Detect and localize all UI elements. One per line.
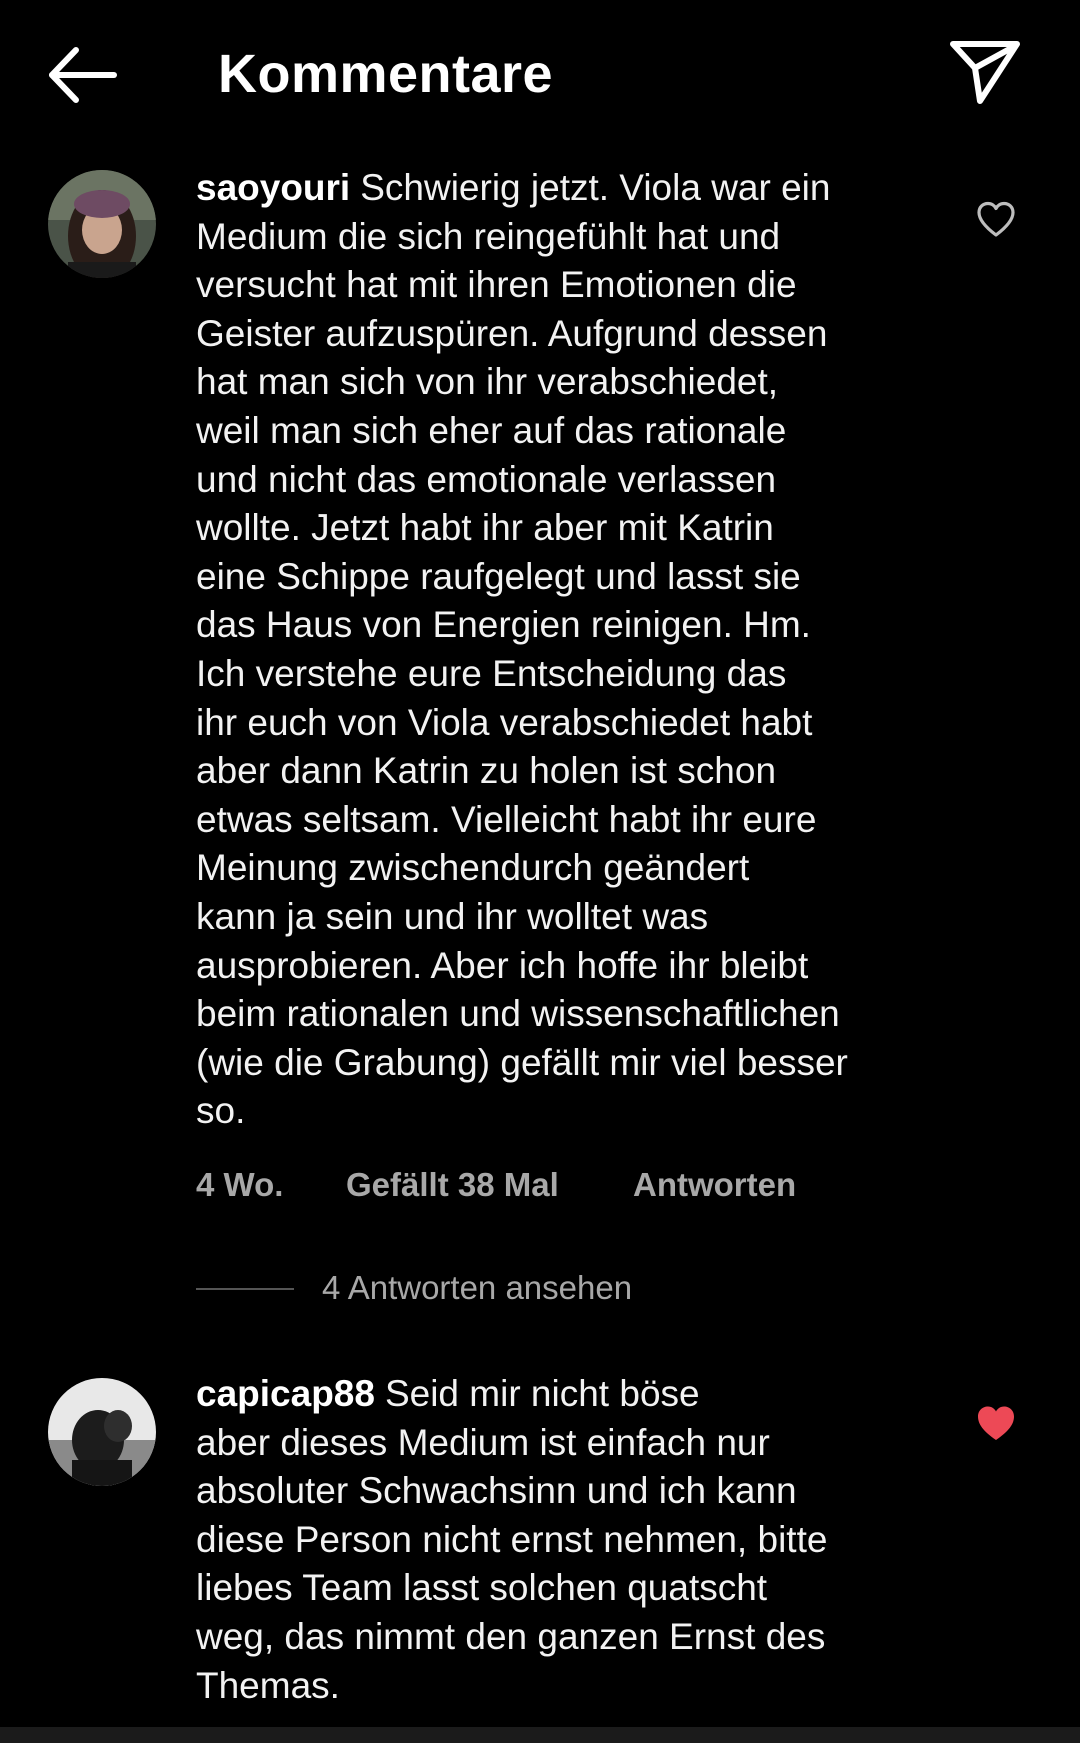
- comment-username[interactable]: capicap88: [196, 1373, 375, 1414]
- share-button[interactable]: [948, 38, 1022, 108]
- comment-body: Seid mir nicht böse aber dieses Medium i…: [196, 1373, 828, 1706]
- like-button[interactable]: [976, 200, 1016, 240]
- back-button[interactable]: [44, 42, 122, 108]
- heart-filled-icon: [978, 1406, 1014, 1440]
- avatar-image: [48, 170, 156, 278]
- heart-outline-icon: [977, 201, 1015, 237]
- view-replies-button[interactable]: 4 Antworten ansehen: [196, 1265, 796, 1311]
- header-bar: Kommentare: [0, 0, 1080, 150]
- paper-plane-icon: [950, 41, 1020, 104]
- avatar[interactable]: [48, 170, 156, 278]
- reply-button[interactable]: Antworten: [633, 1162, 796, 1208]
- comment-username[interactable]: saoyouri: [196, 167, 350, 208]
- view-replies-label: 4 Antworten ansehen: [322, 1269, 633, 1306]
- comment-text: saoyouri Schwierig jetzt. Viola war ein M…: [196, 164, 956, 1136]
- comment-likes[interactable]: Gefällt 38 Mal: [346, 1162, 559, 1208]
- avatar[interactable]: [48, 1378, 156, 1486]
- arrow-left-icon: [49, 47, 117, 103]
- replies-divider: [196, 1288, 294, 1290]
- comment-body: Schwierig jetzt. Viola war ein Medium di…: [196, 167, 848, 1132]
- page-title: Kommentare: [218, 44, 554, 104]
- like-button[interactable]: [976, 1404, 1016, 1444]
- comment-text: capicap88 Seid mir nicht böse aber dieses…: [196, 1370, 956, 1710]
- comment-time: 4 Wo.: [196, 1166, 284, 1203]
- avatar-image: [48, 1378, 156, 1486]
- bottom-bar: [0, 1727, 1080, 1743]
